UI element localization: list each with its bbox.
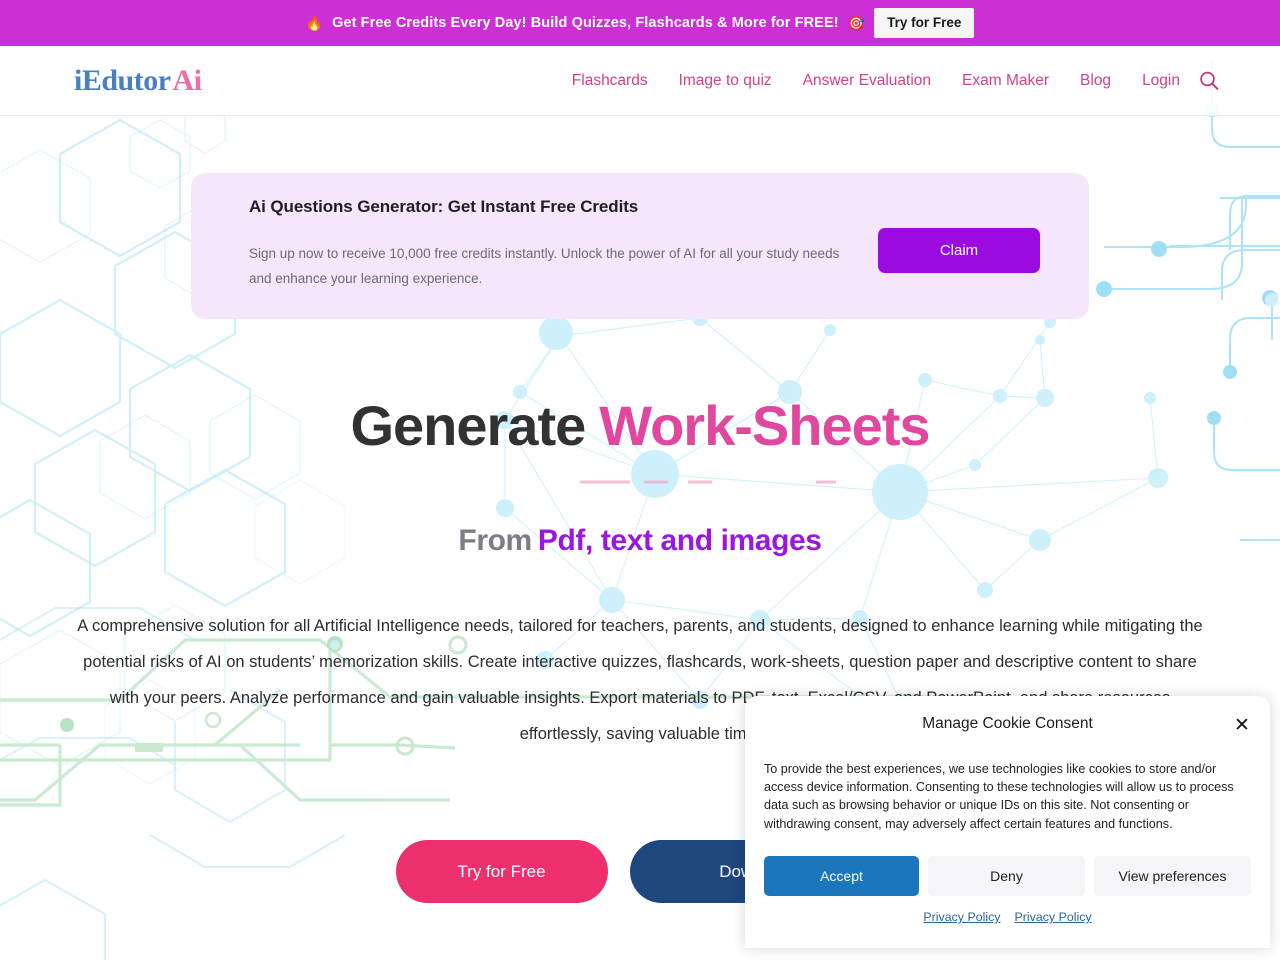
top-promo-bar: 🔥 Get Free Credits Every Day! Build Quiz… <box>0 0 1280 46</box>
nav-item-blog[interactable]: Blog <box>1080 72 1111 90</box>
cookie-accept-button[interactable]: Accept <box>764 856 919 896</box>
search-icon <box>1200 71 1219 90</box>
site-header: iEdutor Ai Flashcards Image to quiz Answ… <box>0 46 1280 116</box>
logo-accent-text: Ai <box>172 63 203 97</box>
try-for-free-button[interactable]: Try for Free <box>395 840 608 903</box>
hero-subheading: From Pdf, text and images <box>0 524 1280 558</box>
cookie-consent-dialog: Manage Cookie Consent ✕ To provide the b… <box>745 696 1270 948</box>
hero-subheading-plain: From <box>458 524 532 557</box>
fire-icon: 🔥 <box>305 15 324 31</box>
page-root: 🔥 Get Free Credits Every Day! Build Quiz… <box>0 0 1280 960</box>
cookie-view-preferences-button[interactable]: View preferences <box>1094 856 1251 896</box>
logo[interactable]: iEdutor Ai <box>74 64 202 98</box>
cookie-deny-button[interactable]: Deny <box>928 856 1085 896</box>
credits-promo-card: Ai Questions Generator: Get Instant Free… <box>191 173 1089 319</box>
hero-heading-accent: Work-Sheets <box>599 394 930 457</box>
promo-try-for-free-button[interactable]: Try for Free <box>874 8 975 38</box>
cookie-consent-links: Privacy Policy Privacy Policy <box>745 910 1270 924</box>
hero-heading-plain: Generate <box>350 394 586 457</box>
hero-subheading-accent: Pdf, text and images <box>537 524 822 557</box>
nav-item-answer-evaluation[interactable]: Answer Evaluation <box>803 72 931 90</box>
search-button[interactable] <box>1196 68 1222 94</box>
promo-bar-text: Get Free Credits Every Day! Build Quizze… <box>332 15 839 31</box>
promo-card-title: Ai Questions Generator: Get Instant Free… <box>249 197 639 216</box>
target-icon: 🎯 <box>847 15 866 31</box>
nav-item-image-to-quiz[interactable]: Image to quiz <box>679 72 772 90</box>
close-icon[interactable]: ✕ <box>1232 715 1252 735</box>
cookie-consent-title: Manage Cookie Consent <box>922 715 1093 732</box>
promo-card-description: Sign up now to receive 10,000 free credi… <box>249 246 840 286</box>
nav-item-exam-maker[interactable]: Exam Maker <box>962 72 1049 90</box>
main-navigation: Flashcards Image to quiz Answer Evaluati… <box>572 72 1180 90</box>
circuit-pattern-right <box>1104 60 1280 541</box>
hero-heading: Generate Work-Sheets <box>0 395 1280 457</box>
nav-item-login[interactable]: Login <box>1142 72 1180 90</box>
nav-item-flashcards[interactable]: Flashcards <box>572 72 648 90</box>
privacy-policy-link-2[interactable]: Privacy Policy <box>1015 910 1092 924</box>
cookie-consent-body: To provide the best experiences, we use … <box>764 762 1234 831</box>
claim-button[interactable]: Claim <box>878 228 1040 273</box>
logo-main-text: iEdutor <box>74 63 171 97</box>
circuit-dots-right <box>1096 103 1278 425</box>
privacy-policy-link-1[interactable]: Privacy Policy <box>923 910 1000 924</box>
cookie-consent-buttons: Accept Deny View preferences <box>764 856 1251 896</box>
